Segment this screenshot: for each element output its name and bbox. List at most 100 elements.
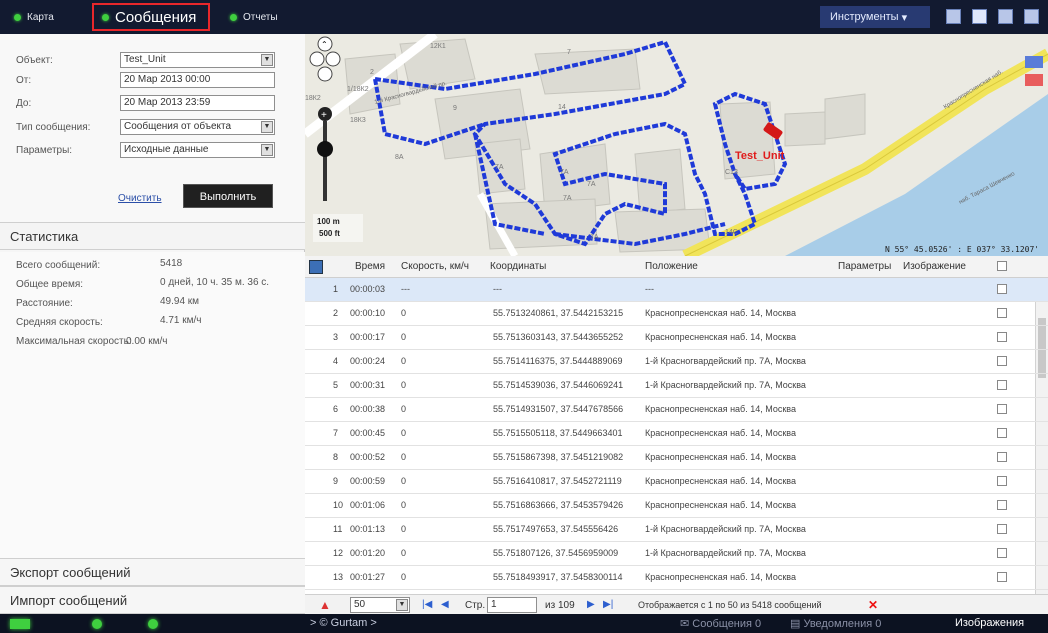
- chevron-down-icon: ▼: [396, 599, 408, 611]
- table-row[interactable]: 10 00:01:06 0 55.7516863666, 37.5453579426 К…: [305, 494, 1048, 518]
- col-params[interactable]: Параметры: [838, 261, 891, 272]
- tab-map[interactable]: Карта: [14, 0, 54, 34]
- row-checkbox[interactable]: [997, 332, 1007, 342]
- cell-n: 2: [333, 308, 339, 318]
- export-messages-button[interactable]: Экспорт сообщений: [0, 558, 305, 586]
- row-checkbox[interactable]: [997, 524, 1007, 534]
- cell-n: 13: [333, 572, 344, 582]
- map-layer-icon[interactable]: [1025, 74, 1043, 86]
- svg-text:7А: 7А: [560, 169, 569, 176]
- svg-text:8А: 8А: [395, 154, 404, 161]
- footer-images[interactable]: Изображения: [955, 617, 1024, 629]
- first-page-icon[interactable]: |◀: [422, 599, 432, 610]
- table-row[interactable]: 1 00:00:03 --- --- ---: [305, 278, 1048, 302]
- page-size-select[interactable]: 50 ▼: [350, 597, 410, 613]
- col-time[interactable]: Время: [355, 261, 385, 272]
- select-all-checkbox[interactable]: [997, 261, 1007, 271]
- cell-n: 4: [333, 356, 339, 366]
- table-row[interactable]: 2 00:00:10 0 55.7513240861, 37.5442153215 Кр…: [305, 302, 1048, 326]
- last-page-icon[interactable]: ▶|: [603, 599, 613, 610]
- cell-time: 00:00:52: [350, 452, 386, 462]
- row-checkbox[interactable]: [997, 500, 1007, 510]
- cell-speed: 0: [401, 476, 407, 486]
- params-select[interactable]: Исходные данные ▼: [120, 142, 275, 158]
- col-speed[interactable]: Скорость, км/ч: [401, 261, 469, 272]
- table-row[interactable]: 11 00:01:13 0 55.7517497653, 37.545556426 1-…: [305, 518, 1048, 542]
- cell-coords: 55.7514116375, 37.5444889069: [493, 356, 623, 366]
- next-page-icon[interactable]: ▶: [587, 599, 595, 610]
- col-position[interactable]: Положение: [645, 261, 698, 272]
- stat-label: Средняя скорость:: [16, 317, 103, 328]
- page-input[interactable]: 1: [487, 597, 537, 613]
- object-select[interactable]: Test_Unit ▼: [120, 52, 275, 68]
- cell-speed: 0: [401, 524, 407, 534]
- footer-messages[interactable]: ✉ Сообщения 0: [680, 617, 761, 630]
- message-type-select[interactable]: Сообщения от объекта ▼: [120, 119, 275, 135]
- cell-coords: 55.751807126, 37.5456959009: [493, 548, 619, 558]
- cell-time: 00:01:27: [350, 572, 386, 582]
- table-row[interactable]: 12 00:01:20 0 55.751807126, 37.5456959009 1-…: [305, 542, 1048, 566]
- import-messages-button[interactable]: Импорт сообщений: [0, 586, 305, 614]
- sort-icon[interactable]: ▲: [319, 598, 331, 612]
- tools-menu-button[interactable]: Инструменты ▾: [820, 6, 930, 28]
- map-layer-icon[interactable]: [1025, 56, 1043, 68]
- table-row[interactable]: 8 00:00:52 0 55.7515867398, 37.5451219082 Кр…: [305, 446, 1048, 470]
- svg-text:1/18К2: 1/18К2: [347, 86, 369, 93]
- cell-coords: 55.7517497653, 37.545556426: [493, 524, 619, 534]
- col-image[interactable]: Изображение: [903, 261, 966, 272]
- table-icon[interactable]: [309, 260, 323, 274]
- table-row[interactable]: 6 00:00:38 0 55.7514931507, 37.5447678566 Кр…: [305, 398, 1048, 422]
- row-checkbox[interactable]: [997, 284, 1007, 294]
- params-label: Параметры:: [16, 145, 73, 156]
- prev-page-icon[interactable]: ◀: [441, 599, 449, 610]
- cell-pos: Краснопресненская наб. 14, Москва: [645, 500, 796, 510]
- table-row[interactable]: 9 00:00:59 0 55.7516410817, 37.5452721119 Кр…: [305, 470, 1048, 494]
- type-label: Тип сообщения:: [16, 122, 91, 133]
- chevron-down-icon: ▼: [261, 144, 273, 156]
- layout-split-icon[interactable]: [972, 9, 987, 24]
- clear-link[interactable]: Очистить: [118, 193, 162, 204]
- cell-coords: 55.7518493917, 37.5458300114: [493, 572, 623, 582]
- map-view[interactable]: 12К1 2 1/18К2 18К2 18К3 9 14 8А 7А 7А 7А…: [305, 34, 1048, 256]
- svg-text:⌃: ⌃: [321, 40, 328, 49]
- close-icon[interactable]: ✕: [868, 598, 878, 612]
- execute-button[interactable]: Выполнить: [183, 184, 273, 208]
- cell-n: 1: [333, 284, 339, 294]
- footer-notifications[interactable]: ▤ Уведомления 0: [790, 617, 881, 630]
- layout-rows-icon[interactable]: [998, 9, 1013, 24]
- table-row[interactable]: 7 00:00:45 0 55.7515505118, 37.5449663401 Кр…: [305, 422, 1048, 446]
- cell-time: 00:01:13: [350, 524, 386, 534]
- gurtam-label[interactable]: > © Gurtam >: [310, 617, 377, 629]
- tab-messages[interactable]: Сообщения: [92, 3, 210, 31]
- row-checkbox[interactable]: [997, 428, 1007, 438]
- messages-table: Время Скорость, км/ч Координаты Положени…: [305, 256, 1048, 594]
- row-checkbox[interactable]: [997, 452, 1007, 462]
- to-date-field[interactable]: 20 Мар 2013 23:59: [120, 95, 275, 111]
- row-checkbox[interactable]: [997, 572, 1007, 582]
- cell-time: 00:00:31: [350, 380, 386, 390]
- table-row[interactable]: 5 00:00:31 0 55.7514539036, 37.5446069241 1-…: [305, 374, 1048, 398]
- table-row[interactable]: 3 00:00:17 0 55.7513603143, 37.5443655252 Кр…: [305, 326, 1048, 350]
- row-checkbox[interactable]: [997, 380, 1007, 390]
- cell-time: 00:01:20: [350, 548, 386, 558]
- row-checkbox[interactable]: [997, 356, 1007, 366]
- row-checkbox[interactable]: [997, 404, 1007, 414]
- layout-columns-icon[interactable]: [1024, 9, 1039, 24]
- row-checkbox[interactable]: [997, 548, 1007, 558]
- from-label: От:: [16, 75, 32, 86]
- svg-text:7А: 7А: [563, 195, 572, 202]
- cell-coords: 55.7513240861, 37.5442153215: [493, 308, 624, 318]
- tab-reports[interactable]: Отчеты: [230, 0, 278, 34]
- layout-single-icon[interactable]: [946, 9, 961, 24]
- from-date-field[interactable]: 20 Мар 2013 00:00: [120, 72, 275, 88]
- row-checkbox[interactable]: [997, 308, 1007, 318]
- status-indicator-icon: [92, 619, 102, 629]
- svg-text:+: +: [321, 110, 327, 121]
- svg-text:12К1: 12К1: [430, 43, 446, 50]
- col-coords[interactable]: Координаты: [490, 261, 546, 272]
- object-label: Объект:: [16, 55, 53, 66]
- row-checkbox[interactable]: [997, 476, 1007, 486]
- table-row[interactable]: 13 00:01:27 0 55.7518493917, 37.5458300114 К…: [305, 566, 1048, 590]
- table-row[interactable]: 4 00:00:24 0 55.7514116375, 37.5444889069 1-…: [305, 350, 1048, 374]
- cell-n: 8: [333, 452, 339, 462]
